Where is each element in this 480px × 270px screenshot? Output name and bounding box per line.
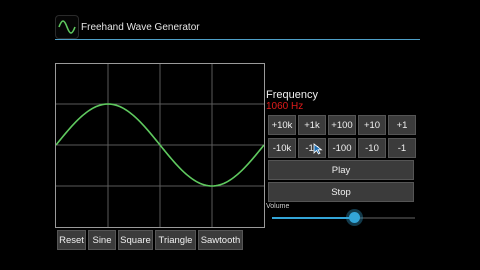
plus-1k-button[interactable]: +1k <box>298 115 326 135</box>
minus-1-button[interactable]: -1 <box>388 138 416 158</box>
volume-slider[interactable] <box>272 212 415 223</box>
wave-display <box>56 64 264 227</box>
play-button[interactable]: Play <box>268 160 414 180</box>
wave-drawing-canvas[interactable] <box>55 63 265 228</box>
plus-10-button[interactable]: +10 <box>358 115 386 135</box>
action-bar-divider <box>55 39 420 40</box>
sine-button[interactable]: Sine <box>88 230 116 250</box>
minus-100-button[interactable]: -100 <box>328 138 356 158</box>
plus-1-button[interactable]: +1 <box>388 115 416 135</box>
action-bar: Freehand Wave Generator <box>0 0 480 40</box>
volume-slider-fill <box>272 217 354 219</box>
plus-10k-button[interactable]: +10k <box>268 115 296 135</box>
frequency-label: Frequency <box>266 89 318 101</box>
app-title: Freehand Wave Generator <box>81 22 200 33</box>
square-button[interactable]: Square <box>118 230 153 250</box>
reset-button[interactable]: Reset <box>57 230 86 250</box>
frequency-value: 1060 Hz <box>266 101 304 112</box>
minus-10-button[interactable]: -10 <box>358 138 386 158</box>
plus-100-button[interactable]: +100 <box>328 115 356 135</box>
mouse-cursor-icon <box>313 143 323 155</box>
minus-10k-button[interactable]: -10k <box>268 138 296 158</box>
sawtooth-button[interactable]: Sawtooth <box>198 230 243 250</box>
volume-label: Volume <box>266 203 290 210</box>
sine-wave-icon <box>55 15 79 39</box>
stop-button[interactable]: Stop <box>268 182 414 202</box>
triangle-button[interactable]: Triangle <box>155 230 196 250</box>
volume-slider-thumb[interactable] <box>348 212 360 223</box>
